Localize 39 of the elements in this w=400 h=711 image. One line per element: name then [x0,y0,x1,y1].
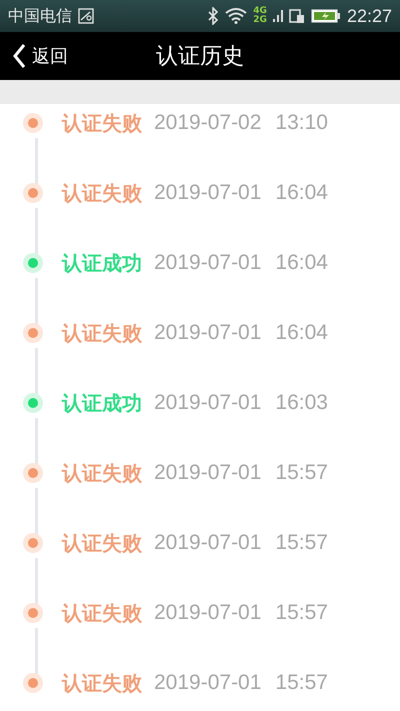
record-time: 15:57 [275,600,328,626]
wifi-icon [225,8,248,24]
record-date: 2019-07-01 [154,600,262,626]
record-date: 2019-07-01 [154,530,262,556]
status-label: 认证成功 [62,390,142,416]
record-time: 13:10 [275,110,328,136]
signal-icon [272,7,283,25]
record-time: 15:57 [275,670,328,696]
sim-card-icon [288,8,305,24]
back-button[interactable]: 返回 [0,43,80,69]
status-label: 认证失败 [62,110,142,136]
status-label: 认证失败 [62,320,142,346]
record-time: 15:57 [275,530,328,556]
record-date: 2019-07-01 [154,180,262,206]
record-date: 2019-07-02 [154,110,262,136]
status-label: 认证失败 [62,600,142,626]
record-time: 16:04 [275,180,328,206]
status-label: 认证失败 [62,180,142,206]
record-date: 2019-07-01 [154,460,262,486]
record-time: 15:57 [275,460,328,486]
record-time: 16:03 [275,390,328,416]
record-date: 2019-07-01 [154,390,262,416]
clock: 22:27 [346,6,392,26]
network-label: 4G 2G [253,7,267,25]
status-label: 认证失败 [62,460,142,486]
battery-icon [310,8,341,24]
chevron-left-icon [12,43,26,69]
record-time: 16:04 [275,250,328,276]
page-title: 认证历史 [156,43,244,71]
status-label: 认证失败 [62,530,142,556]
status-label: 认证成功 [62,250,142,276]
status-label: 认证失败 [62,670,142,696]
bluetooth-icon [207,7,220,25]
record-date: 2019-07-01 [154,250,262,276]
record-time: 16:04 [275,320,328,346]
carrier-name: 中国电信 [8,6,72,26]
image-icon [78,8,94,24]
record-date: 2019-07-01 [154,320,262,346]
record-date: 2019-07-01 [154,670,262,696]
